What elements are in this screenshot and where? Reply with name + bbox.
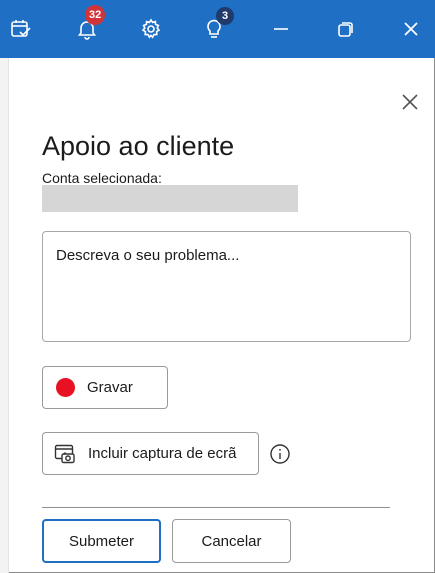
description-textarea[interactable]: Descreva o seu problema... (42, 231, 411, 342)
divider (42, 507, 390, 508)
screenshot-icon (54, 444, 75, 463)
include-screenshot-button[interactable]: Incluir captura de ecrã (42, 432, 259, 475)
notifications-badge: 32 (85, 5, 106, 25)
record-dot-icon (56, 378, 75, 397)
record-button[interactable]: Gravar (42, 366, 168, 409)
cancel-button[interactable]: Cancelar (172, 519, 291, 563)
minimize-icon[interactable] (266, 0, 296, 58)
info-icon[interactable] (269, 443, 291, 465)
tips-badge: 3 (216, 7, 234, 25)
page-title: Apoio ao cliente (42, 131, 235, 161)
left-edge-bar (0, 58, 9, 573)
panel-close-icon[interactable] (398, 90, 422, 114)
gear-icon[interactable] (136, 0, 166, 58)
restore-icon[interactable] (331, 0, 361, 58)
submit-label: Submeter (68, 532, 135, 550)
title-bar: 32 3 (0, 0, 435, 58)
cancel-label: Cancelar (201, 532, 262, 550)
account-label: Conta selecionada: (42, 170, 162, 186)
record-label: Gravar (87, 379, 133, 396)
close-icon[interactable] (396, 0, 426, 58)
task-check-icon[interactable] (6, 0, 36, 58)
submit-button[interactable]: Submeter (42, 519, 161, 563)
screenshot-label: Incluir captura de ecrã (88, 445, 237, 462)
account-value-redacted (42, 185, 298, 212)
description-placeholder: Descreva o seu problema... (56, 247, 240, 264)
